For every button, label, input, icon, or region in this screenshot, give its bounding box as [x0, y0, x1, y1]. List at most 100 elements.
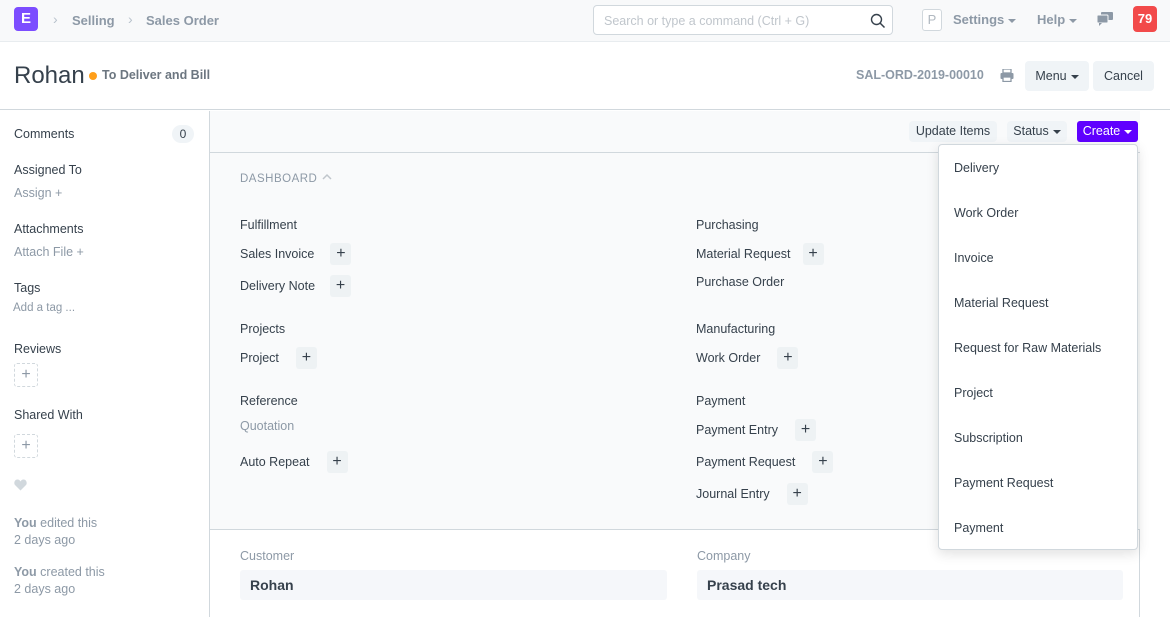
dashboard-link[interactable]: Sales Invoice +: [240, 243, 352, 265]
activity-user: You: [14, 565, 37, 579]
plus-icon[interactable]: +: [295, 347, 317, 369]
add-share-button[interactable]: +: [14, 434, 38, 458]
chevron-up-icon[interactable]: [322, 173, 332, 181]
company-field[interactable]: Prasad tech: [697, 570, 1123, 600]
menu-item-project[interactable]: Project: [954, 386, 993, 400]
app-logo[interactable]: E: [14, 7, 38, 31]
plus-icon: +: [21, 437, 31, 454]
plus-icon[interactable]: +: [330, 275, 352, 297]
search-icon[interactable]: [870, 13, 886, 29]
caret-down-icon: [1069, 18, 1078, 23]
activity-time: 2 days ago: [14, 533, 76, 547]
plus-icon[interactable]: +: [786, 483, 808, 505]
dashboard-link[interactable]: Purchase Order: [696, 275, 784, 289]
link-label[interactable]: Quotation: [240, 419, 294, 433]
heart-icon[interactable]: [14, 479, 27, 491]
caret-down-icon: [1052, 129, 1061, 134]
sidebar: Comments 0 Assigned To Assign + Attachme…: [0, 111, 210, 617]
link-label[interactable]: Payment Request: [696, 455, 795, 469]
plus-icon[interactable]: +: [812, 451, 834, 473]
create-button[interactable]: Create: [1077, 121, 1138, 142]
link-label[interactable]: Purchase Order: [696, 275, 784, 289]
chat-icon[interactable]: [1097, 12, 1113, 26]
menu-item-subscription[interactable]: Subscription: [954, 431, 1023, 445]
activity-action: edited this: [36, 516, 98, 530]
plus-icon[interactable]: +: [794, 419, 816, 441]
user-avatar[interactable]: P: [922, 9, 942, 31]
reviews-label: Reviews: [14, 342, 62, 356]
search-placeholder: Search or type a command (Ctrl + G): [604, 14, 810, 28]
dashboard-link[interactable]: Auto Repeat +: [240, 451, 348, 473]
menu-item-payment[interactable]: Payment: [954, 521, 1003, 535]
breadcrumb-selling[interactable]: Selling: [72, 13, 115, 28]
menu-button[interactable]: Menu: [1025, 61, 1089, 91]
link-label[interactable]: Work Order: [696, 351, 760, 365]
menu-item-work-order[interactable]: Work Order: [954, 206, 1018, 220]
dashboard-link[interactable]: Payment Entry +: [696, 419, 816, 441]
group-title-fulfillment: Fulfillment: [240, 218, 297, 232]
comments-count: 0: [172, 125, 194, 143]
activity-item: You edited this 2 days ago: [14, 515, 97, 549]
print-icon[interactable]: [1000, 69, 1014, 82]
group-title-projects: Projects: [240, 322, 286, 336]
dashboard-link[interactable]: Quotation: [240, 419, 294, 433]
dashboard-link[interactable]: Delivery Note +: [240, 275, 352, 297]
plus-icon[interactable]: +: [330, 243, 352, 265]
add-review-button[interactable]: +: [14, 363, 38, 387]
shared-with-label: Shared With: [14, 408, 83, 422]
comments-label[interactable]: Comments: [14, 127, 74, 141]
dashboard-title[interactable]: DASHBOARD: [240, 173, 317, 185]
tags-label: Tags: [14, 281, 41, 295]
group-title-manufacturing: Manufacturing: [696, 322, 776, 336]
add-tag-input[interactable]: Add a tag ...: [13, 302, 75, 314]
activity-action: created this: [36, 565, 105, 579]
assign-link[interactable]: Assign +: [14, 186, 62, 200]
attach-file-link[interactable]: Attach File +: [14, 245, 84, 259]
activity-item: You created this 2 days ago: [14, 564, 105, 598]
menu-item-request-raw-materials[interactable]: Request for Raw Materials: [954, 341, 1101, 355]
breadcrumb-sales-order[interactable]: Sales Order: [146, 13, 219, 28]
link-label[interactable]: Material Request: [696, 247, 791, 261]
dashboard-link[interactable]: Material Request +: [696, 243, 824, 265]
menu-item-payment-request[interactable]: Payment Request: [954, 476, 1053, 490]
search-input[interactable]: Search or type a command (Ctrl + G): [593, 5, 893, 35]
dashboard-link[interactable]: Project +: [240, 347, 317, 369]
help-dropdown[interactable]: Help: [1037, 12, 1078, 27]
cancel-button[interactable]: Cancel: [1093, 61, 1154, 91]
plus-icon[interactable]: +: [777, 347, 799, 369]
company-label: Company: [697, 549, 751, 563]
dashboard-link[interactable]: Journal Entry +: [696, 483, 808, 505]
create-label: Create: [1082, 124, 1121, 138]
group-title-payment: Payment: [696, 394, 746, 408]
settings-label: Settings: [953, 12, 1005, 27]
navbar: E › Selling › Sales Order Search or type…: [0, 0, 1170, 42]
plus-icon[interactable]: +: [802, 243, 824, 265]
link-label[interactable]: Delivery Note: [240, 279, 315, 293]
link-label[interactable]: Sales Invoice: [240, 247, 314, 261]
assigned-to-label: Assigned To: [14, 163, 82, 177]
status-badge: To Deliver and Bill: [102, 68, 211, 82]
caret-down-icon: [1070, 74, 1079, 79]
plus-icon[interactable]: +: [326, 451, 348, 473]
help-label: Help: [1037, 12, 1066, 27]
plus-icon: +: [21, 366, 31, 383]
link-label[interactable]: Payment Entry: [696, 423, 778, 437]
settings-dropdown[interactable]: Settings: [953, 12, 1017, 27]
dashboard-link[interactable]: Work Order +: [696, 347, 799, 369]
link-label[interactable]: Journal Entry: [696, 487, 770, 501]
page-title: Rohan: [14, 62, 85, 89]
update-items-button[interactable]: Update Items: [909, 121, 997, 142]
menu-item-material-request[interactable]: Material Request: [954, 296, 1049, 310]
dashboard-link[interactable]: Payment Request +: [696, 451, 834, 473]
status-button[interactable]: Status: [1007, 121, 1067, 142]
chevron-right-icon: ›: [128, 11, 133, 27]
link-label[interactable]: Auto Repeat: [240, 455, 310, 469]
menu-label: Menu: [1035, 69, 1067, 83]
menu-item-invoice[interactable]: Invoice: [954, 251, 994, 265]
menu-item-delivery[interactable]: Delivery: [954, 161, 999, 175]
notification-badge[interactable]: 79: [1133, 6, 1157, 32]
customer-field[interactable]: Rohan: [240, 570, 667, 600]
activity-user: You: [14, 516, 37, 530]
link-label[interactable]: Project: [240, 351, 279, 365]
create-dropdown-menu: Delivery Work Order Invoice Material Req…: [938, 144, 1138, 550]
